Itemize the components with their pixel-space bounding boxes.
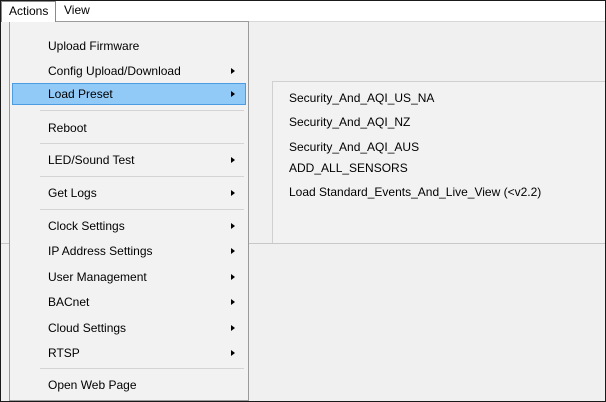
menu-separator — [40, 143, 244, 144]
menu-item-label: IP Address Settings — [48, 244, 153, 258]
menu-item-config-upload-download[interactable]: Config Upload/Download — [12, 60, 246, 82]
chevron-right-icon — [231, 68, 235, 74]
actions-dropdown-menu: Upload Firmware Config Upload/Download L… — [9, 21, 249, 401]
menu-item-led-sound-test[interactable]: LED/Sound Test — [12, 149, 246, 171]
menu-item-label: Clock Settings — [48, 219, 125, 233]
menu-item-user-management[interactable]: User Management — [12, 266, 246, 288]
menu-item-label: Config Upload/Download — [48, 64, 181, 78]
menu-item-label: BACnet — [48, 295, 90, 309]
submenu-item-security-and-aqi-aus[interactable]: Security_And_AQI_AUS — [289, 136, 599, 158]
menu-item-label: LED/Sound Test — [48, 153, 135, 167]
load-preset-submenu: Security_And_AQI_US_NA Security_And_AQI_… — [272, 81, 605, 243]
menu-item-get-logs[interactable]: Get Logs — [12, 182, 246, 204]
menu-item-rtsp[interactable]: RTSP — [12, 342, 246, 364]
menu-item-label: Cloud Settings — [48, 321, 127, 335]
menu-item-load-preset[interactable]: Load Preset — [12, 83, 246, 105]
menu-item-cloud-settings[interactable]: Cloud Settings — [12, 317, 246, 339]
menu-item-label: User Management — [48, 270, 147, 284]
menu-item-label: Upload Firmware — [48, 39, 140, 53]
submenu-item-security-and-aqi-nz[interactable]: Security_And_AQI_NZ — [289, 111, 599, 133]
menu-item-ip-address-settings[interactable]: IP Address Settings — [12, 240, 246, 262]
menu-item-label: RTSP — [48, 346, 80, 360]
submenu-item-security-and-aqi-us-na[interactable]: Security_And_AQI_US_NA — [289, 87, 599, 109]
chevron-right-icon — [231, 223, 235, 229]
chevron-right-icon — [231, 157, 235, 163]
submenu-item-load-standard-events-and-live-view[interactable]: Load Standard_Events_And_Live_View (<v2.… — [289, 181, 599, 203]
menu-item-label: Open Web Page — [48, 378, 137, 392]
chevron-right-icon — [231, 190, 235, 196]
menu-item-reboot[interactable]: Reboot — [12, 117, 246, 139]
menu-separator — [40, 110, 244, 111]
menu-bar: Actions View — [1, 1, 605, 22]
menu-separator — [40, 209, 244, 210]
menu-item-open-web-page[interactable]: Open Web Page — [12, 374, 246, 396]
chevron-right-icon — [231, 325, 235, 331]
menu-item-bacnet[interactable]: BACnet — [12, 291, 246, 313]
menu-item-label: Load Preset — [48, 87, 113, 101]
menu-item-clock-settings[interactable]: Clock Settings — [12, 215, 246, 237]
chevron-right-icon — [231, 274, 235, 280]
menu-item-label: Get Logs — [48, 186, 97, 200]
menu-item-upload-firmware[interactable]: Upload Firmware — [12, 35, 246, 57]
app-window: Actions View Security_And_AQI_US_NA Secu… — [0, 0, 606, 402]
menu-separator — [40, 368, 244, 369]
chevron-right-icon — [231, 91, 235, 97]
menu-view[interactable]: View — [57, 1, 97, 20]
chevron-right-icon — [231, 248, 235, 254]
chevron-right-icon — [231, 350, 235, 356]
chevron-right-icon — [231, 299, 235, 305]
menu-separator — [40, 176, 244, 177]
menu-actions[interactable]: Actions — [1, 1, 57, 22]
submenu-item-add-all-sensors[interactable]: ADD_ALL_SENSORS — [289, 157, 599, 179]
menu-item-label: Reboot — [48, 121, 87, 135]
